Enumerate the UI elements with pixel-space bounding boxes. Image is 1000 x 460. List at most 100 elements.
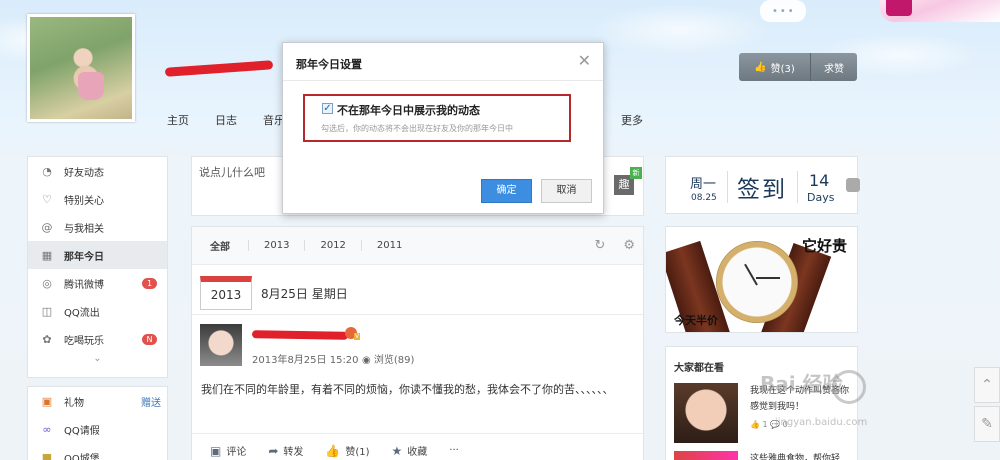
eye-icon: ◉ xyxy=(362,355,374,366)
year-tabs: 全部 2013 2012 2011 xyxy=(192,227,643,265)
nav-more[interactable]: 更多 xyxy=(621,112,643,128)
cancel-button[interactable]: 取消 xyxy=(541,179,592,203)
post-placeholder: 说点儿什么吧 xyxy=(199,166,265,179)
sidebar-item-label: 与我相关 xyxy=(64,223,104,235)
hide-activity-hint: 勾选后，你的动态将不会出现在好友及你的那年今日中 xyxy=(321,124,513,133)
sidebar-item-label: QQ城堡 xyxy=(64,453,100,460)
trending-item-text[interactable]: 这些雅典食物，帮你轻 xyxy=(750,451,854,460)
trending-title: 大家都在看 xyxy=(674,363,724,374)
sidebar-item-mentions[interactable]: @ 与我相关 xyxy=(28,213,167,241)
status-author-redacted xyxy=(251,329,349,341)
watermark-url: jingyan.baidu.com xyxy=(775,417,868,428)
sidebar-item-label: 好友动态 xyxy=(64,167,104,179)
hide-activity-label[interactable]: 不在那年今日中展示我的动态 xyxy=(337,102,480,118)
tab-2011[interactable]: 2011 xyxy=(360,240,417,251)
tab-2012[interactable]: 2012 xyxy=(304,240,360,251)
hide-activity-option: ✓ 不在那年今日中展示我的动态 勾选后，你的动态将不会出现在好友及你的那年今日中 xyxy=(303,94,571,142)
ask-praise-button[interactable]: 求赞 xyxy=(811,53,857,81)
avatar[interactable] xyxy=(27,14,135,122)
nav-home[interactable]: 主页 xyxy=(167,112,189,128)
new-badge: 新 xyxy=(630,167,642,179)
status-avatar[interactable] xyxy=(200,324,242,366)
sidebar-item-label: QQ请假 xyxy=(64,425,100,437)
corner-tag-icon[interactable] xyxy=(886,0,912,16)
weibo-badge: 1 xyxy=(142,277,157,289)
back-to-top-icon[interactable]: ⌃ xyxy=(974,367,1000,403)
praise-button[interactable]: 👍 赞(3) xyxy=(739,53,811,81)
date-row: 2013 8月25日 星期日 xyxy=(192,265,643,315)
redaction-mark xyxy=(164,60,274,77)
left-sidebar: ◔ 好友动态 ♡ 特别关心 @ 与我相关 ▦ 那年今日 ◎ 腾讯微博 1 ◫ Q… xyxy=(27,156,168,378)
sidebar-item-castle[interactable]: ■ QQ城堡 xyxy=(28,443,167,460)
sidebar-item-label: 特别关心 xyxy=(64,195,104,207)
castle-icon: ■ xyxy=(41,450,53,460)
sidebar-item-label: 腾讯微博 xyxy=(64,279,104,291)
date-text: 8月25日 星期日 xyxy=(261,287,348,301)
ad-subtitle: 今天半价 xyxy=(674,314,718,327)
sidebar-item-weibo[interactable]: ◎ 腾讯微博 1 xyxy=(28,269,167,297)
divider xyxy=(797,171,798,203)
favorite-label: 收藏 xyxy=(407,447,428,458)
favorite-button[interactable]: ★ 收藏 xyxy=(391,443,428,459)
nickname-redacted xyxy=(164,56,275,80)
thumbs-up-icon: 👍 xyxy=(754,61,767,73)
watch-image xyxy=(716,241,798,323)
status-actions: ▣ 评论 ➦ 转发 👍 赞(1) ★ 收藏 ··· xyxy=(192,433,643,460)
left-sidebar-apps: ▣ 礼物 赠送 ∞ QQ请假 ■ QQ城堡 xyxy=(27,386,168,460)
more-icon: ··· xyxy=(449,445,459,456)
checkin-count: 14 xyxy=(809,171,830,190)
confirm-button[interactable]: 确定 xyxy=(481,179,532,203)
toggle-icon[interactable] xyxy=(846,178,860,192)
nav-blog[interactable]: 日志 xyxy=(215,112,237,128)
divider xyxy=(727,171,728,203)
trending-card: 大家都在看 我现在这个动作叫赞吝你感觉到我吗！ 👍 1 💬 0 这些雅典食物，帮… xyxy=(665,346,858,460)
sidebar-item-friends[interactable]: ◔ 好友动态 xyxy=(28,157,167,185)
close-icon[interactable]: ✕ xyxy=(578,51,591,70)
status-time: 2013年8月25日 15:20 xyxy=(252,355,359,366)
ad-title: 它好贵 xyxy=(801,237,847,255)
praise-label: 赞(3) xyxy=(770,63,795,75)
sidebar-item-gift[interactable]: ▣ 礼物 赠送 xyxy=(28,387,167,415)
gear-icon[interactable]: ⚙ xyxy=(623,238,635,253)
checkin-date: 08.25 xyxy=(691,193,717,203)
refresh-icon[interactable]: ↻ xyxy=(594,238,605,253)
feed: 全部 2013 2012 2011 ↻ ⚙ 2013 8月25日 星期日 V 2… xyxy=(191,226,644,460)
like-label: 赞(1) xyxy=(345,447,370,458)
dialog-title: 那年今日设置 xyxy=(296,58,362,71)
glasses-icon: ∞ xyxy=(42,422,52,436)
weibo-icon: ◎ xyxy=(42,276,52,290)
comment-icon: ▣ xyxy=(210,443,222,458)
sidebar-item-qq[interactable]: ◫ QQ流出 xyxy=(28,297,167,325)
sidebar-item-label: QQ流出 xyxy=(64,307,100,319)
gift-icon: ▣ xyxy=(41,394,53,408)
tab-2013[interactable]: 2013 xyxy=(248,240,304,251)
sidebar-item-on-this-day[interactable]: ▦ 那年今日 xyxy=(28,241,167,269)
checkin-weekday: 周一 xyxy=(690,177,717,192)
sidebar-item-label: 礼物 xyxy=(64,397,84,409)
star-icon: ★ xyxy=(391,443,403,458)
trending-thumbnail[interactable] xyxy=(674,383,738,443)
feedback-icon[interactable]: ✎ xyxy=(974,406,1000,442)
watch-hand xyxy=(756,277,780,279)
trending-thumbnail[interactable] xyxy=(674,451,738,460)
calendar-icon: ▦ xyxy=(41,248,53,262)
bubble-dots: ••• xyxy=(772,6,796,17)
dialog-header: 那年今日设置 ✕ xyxy=(283,43,603,81)
send-gift-link[interactable]: 赠送 xyxy=(141,394,161,409)
checkin-card[interactable]: 周一 08.25 签到 14 Days xyxy=(665,156,858,214)
checkin-button[interactable]: 签到 xyxy=(737,170,787,204)
like-button[interactable]: 👍 赞(1) xyxy=(325,443,370,459)
sidebar-item-qq-leave[interactable]: ∞ QQ请假 xyxy=(28,415,167,443)
sidebar-item-special[interactable]: ♡ 特别关心 xyxy=(28,185,167,213)
calendar-badge: 2013 xyxy=(200,276,252,310)
comment-button[interactable]: ▣ 评论 xyxy=(210,443,247,459)
share-button[interactable]: ➦ 转发 xyxy=(268,443,303,459)
chevron-down-icon[interactable]: ⌄ xyxy=(28,353,167,371)
sidebar-item-fun[interactable]: ✿ 吃喝玩乐 N xyxy=(28,325,167,353)
more-button[interactable]: ··· xyxy=(449,445,459,456)
tab-all[interactable]: 全部 xyxy=(210,238,248,253)
hide-activity-checkbox[interactable]: ✓ xyxy=(322,103,333,114)
ad-banner[interactable]: 它好贵 今天半价 xyxy=(665,226,858,333)
comment-label: 评论 xyxy=(226,447,247,458)
at-icon: @ xyxy=(41,220,53,234)
